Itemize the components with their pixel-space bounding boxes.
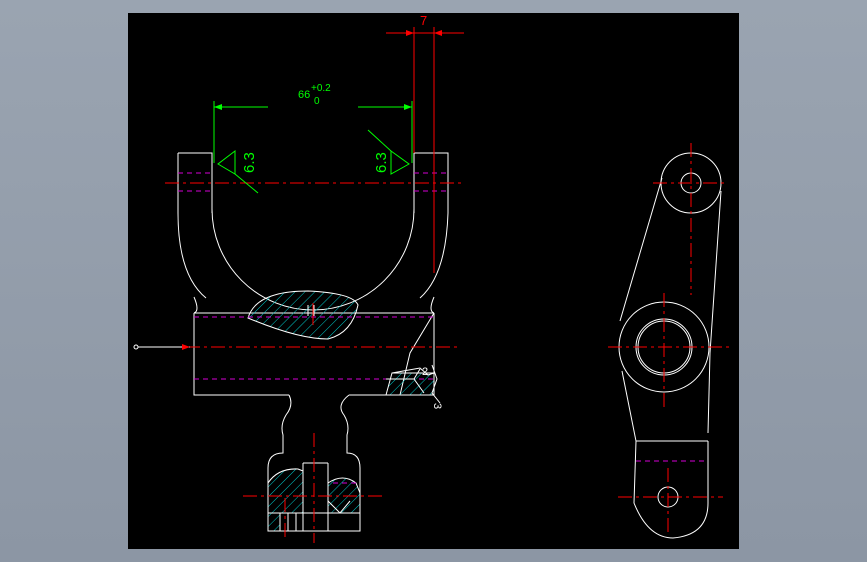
roughness-side-2: 2	[422, 366, 428, 378]
roughness-left: 6.3	[241, 152, 258, 173]
dim-tol-upper: +0.2	[311, 83, 331, 94]
cad-drawing: 7 66 +0.2 0 6.3 6.3 2 3	[133, 13, 733, 543]
dim-width-66: 66	[298, 89, 310, 101]
dim-top-7: 7	[420, 13, 427, 28]
front-view	[133, 152, 463, 543]
dim-tol-lower: 0	[314, 96, 320, 107]
roughness-right: 6.3	[373, 152, 390, 173]
dimension-texts: 7 66 +0.2 0 6.3 6.3 2 3	[241, 13, 443, 409]
cad-canvas[interactable]: 7 66 +0.2 0 6.3 6.3 2 3	[128, 13, 739, 549]
side-view	[608, 143, 733, 539]
roughness-side-3: 3	[431, 403, 443, 409]
